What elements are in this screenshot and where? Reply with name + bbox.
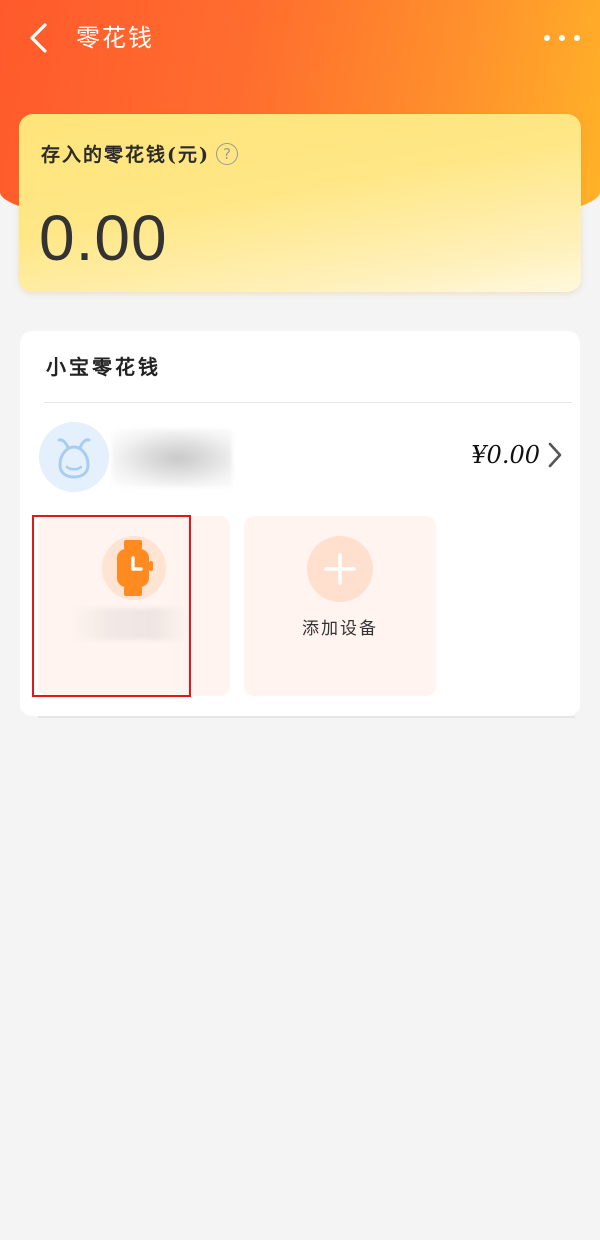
device-name-redacted (72, 608, 190, 640)
page-title: 零花钱 (76, 24, 154, 52)
plus-icon (324, 553, 356, 585)
top-bar: 零花钱 (0, 0, 600, 76)
add-icon-circle (307, 536, 373, 602)
kid-name-redacted (112, 429, 232, 487)
kid-balance-row[interactable]: ¥0.00 (20, 417, 580, 493)
divider (44, 402, 572, 403)
kid-balance: ¥0.00 (471, 441, 540, 469)
more-dot (559, 35, 565, 41)
device-tile[interactable] (38, 516, 230, 696)
back-arrow-icon (30, 23, 47, 53)
add-device-label: 添加设备 (302, 619, 378, 639)
kid-avatar-icon (57, 438, 91, 479)
question-mark-icon[interactable]: ? (215, 142, 238, 165)
chevron-right-icon (548, 442, 562, 468)
device-icon-circle (102, 536, 166, 600)
avatar (39, 422, 109, 492)
section-title: 小宝零花钱 (46, 355, 161, 379)
more-dot (574, 35, 580, 41)
more-button[interactable] (544, 24, 580, 52)
kid-allowance-card: 小宝零花钱 ¥0.00 添加设备 (20, 331, 580, 716)
back-button[interactable] (18, 18, 58, 58)
more-dot (544, 35, 550, 41)
balance-label: 存入的零花钱(元) (41, 144, 210, 166)
balance-card: 存入的零花钱(元) ? 0.00 (19, 114, 581, 292)
add-device-tile[interactable]: 添加设备 (244, 516, 436, 696)
balance-amount: 0.00 (39, 202, 168, 274)
divider-bottom (38, 716, 575, 718)
balance-label-row: 存入的零花钱(元) ? (41, 140, 238, 167)
watch-icon (117, 540, 153, 596)
